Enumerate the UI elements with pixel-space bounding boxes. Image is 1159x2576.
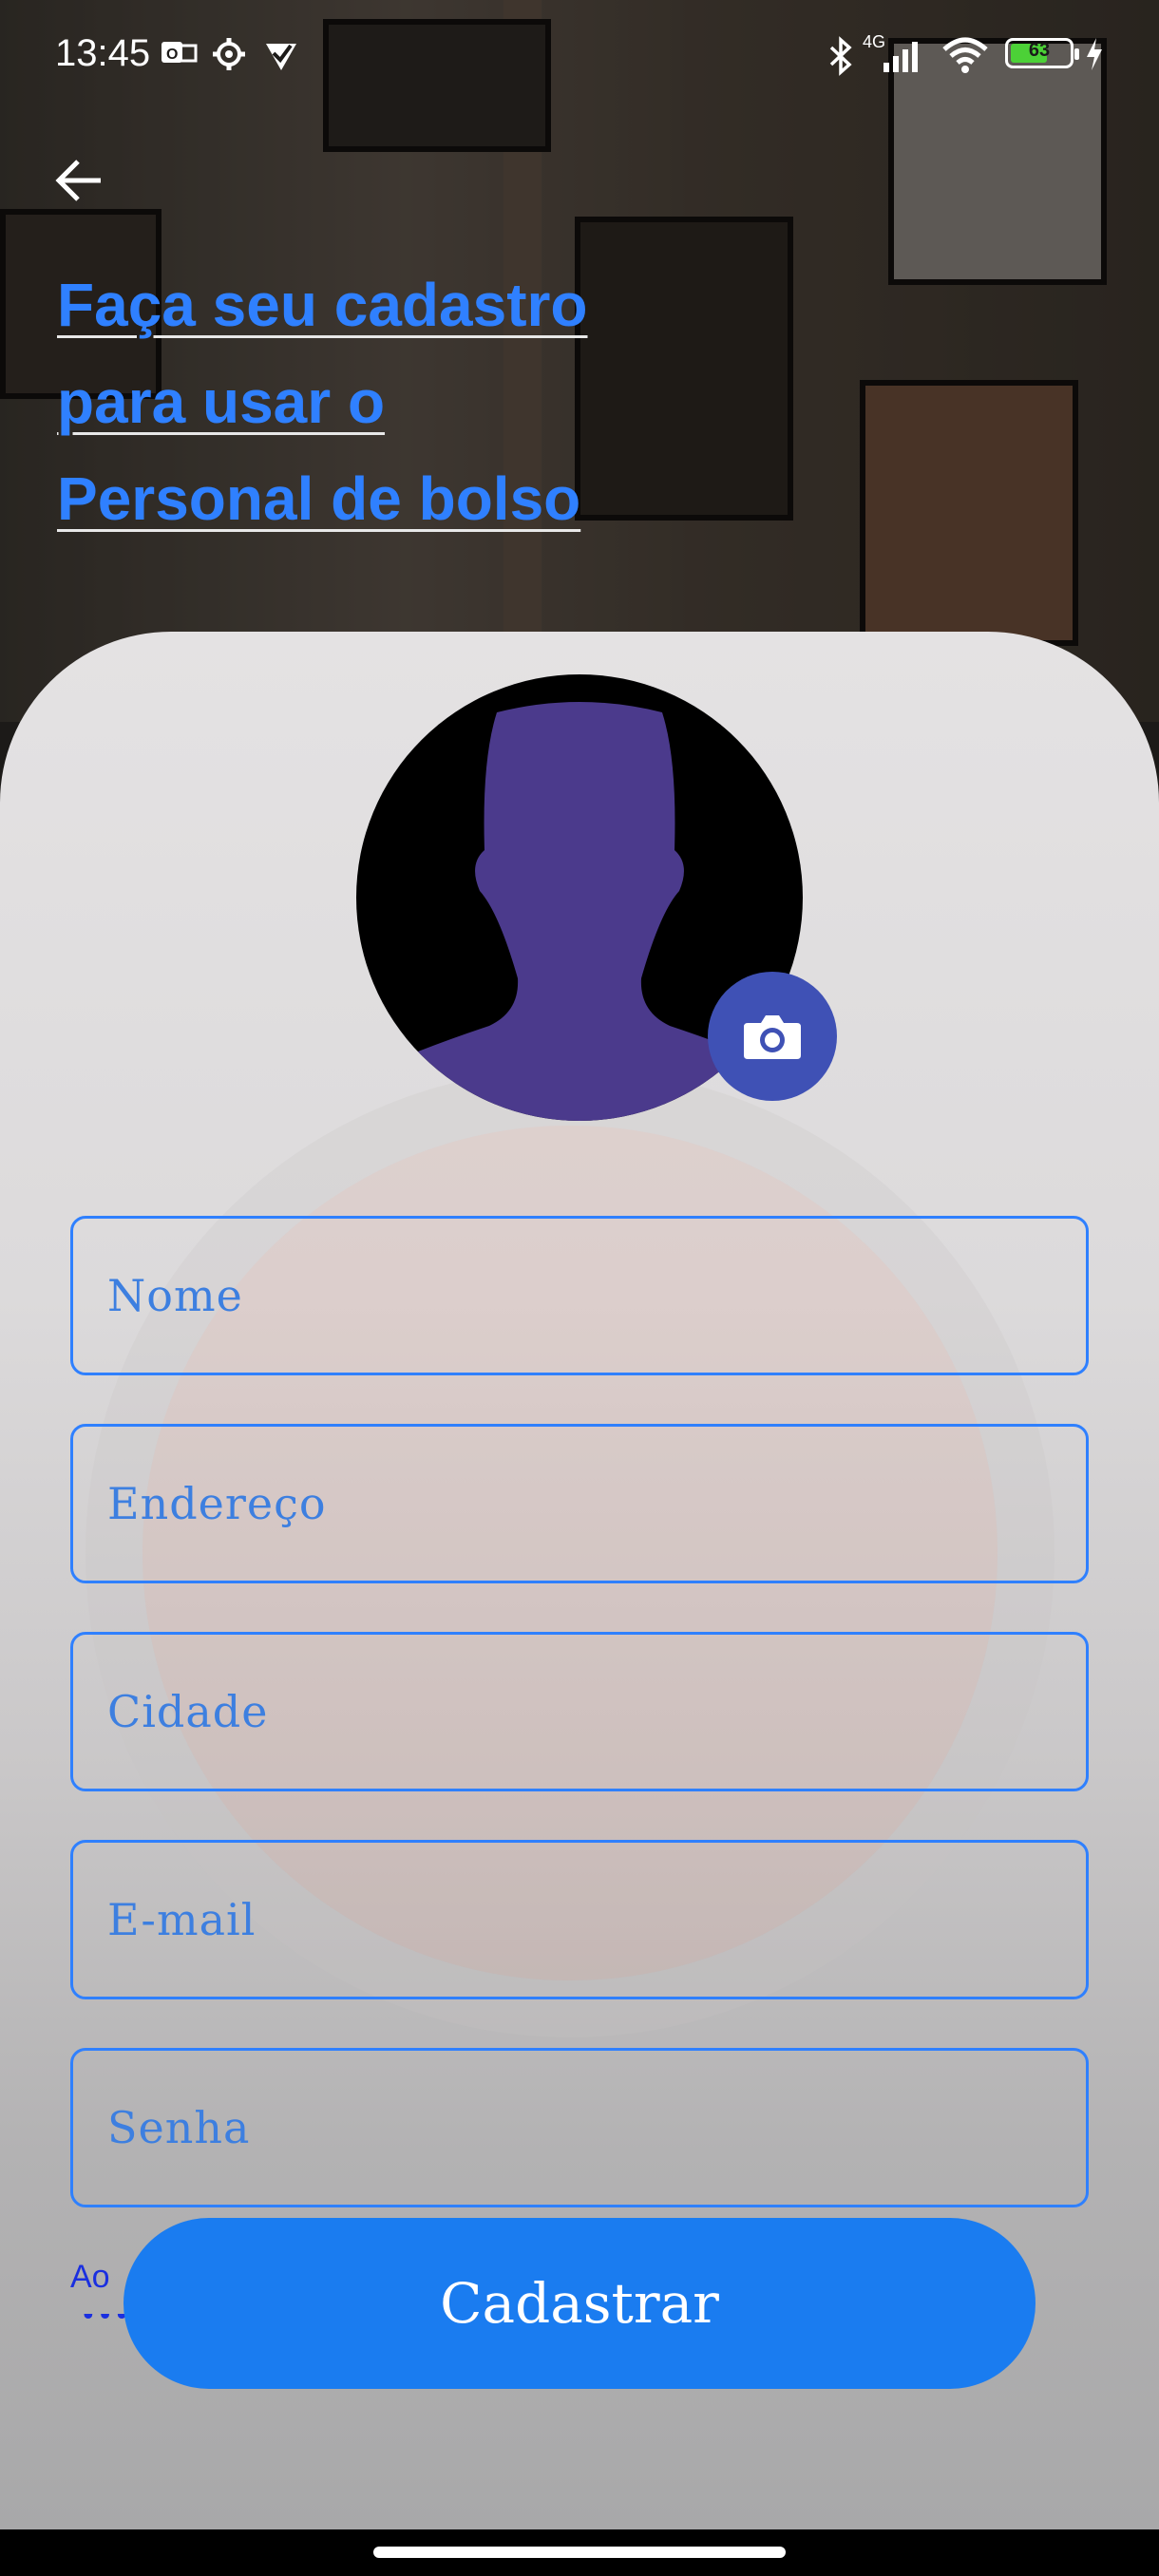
charging-icon [1083,36,1106,81]
title-line-3[interactable]: Personal de bolso [57,450,779,547]
back-arrow-icon [55,160,101,201]
title-line-1[interactable]: Faça seu cadastro [57,256,779,353]
email-field[interactable]: E-mail [70,1840,1089,1999]
wifi-icon [940,36,990,83]
home-indicator[interactable] [373,2547,786,2558]
camera-icon [744,1015,801,1059]
battery-percent: 63 [1028,40,1051,61]
address-field[interactable]: Endereço [70,1424,1089,1583]
city-field[interactable]: Cidade [70,1632,1089,1791]
mail-icon: O [160,36,198,77]
back-button[interactable] [51,152,108,209]
battery-icon: 63 [1005,38,1079,68]
password-field[interactable]: Senha [70,2048,1089,2207]
page-title: Faça seu cadastro para usar o Personal d… [57,256,779,547]
check-icon [262,36,300,83]
bluetooth-icon [826,36,855,85]
terms-text: Ao [70,2259,110,2295]
status-time: 13:45 [55,32,151,74]
navigation-bar [0,2529,1159,2576]
status-bar: 13:45 O 4G 63 [0,0,1159,104]
camera-button[interactable] [708,972,837,1101]
title-line-2[interactable]: para usar o [57,353,779,450]
name-field[interactable]: Nome [70,1216,1089,1375]
signal-icon [882,36,925,83]
settings-icon [211,36,247,81]
register-button[interactable]: Cadastrar [124,2218,1036,2389]
svg-text:O: O [166,47,178,63]
